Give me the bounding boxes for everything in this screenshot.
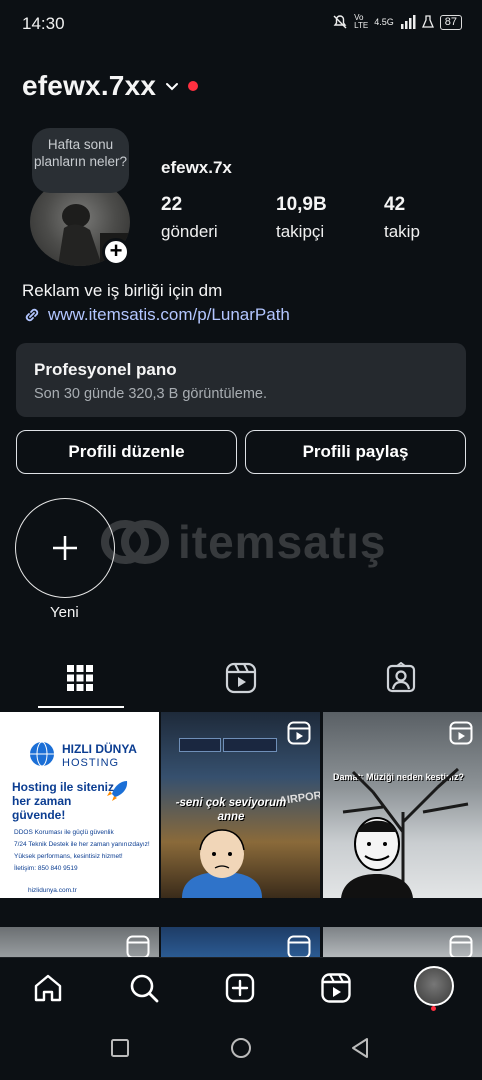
create-post-icon	[225, 973, 255, 1003]
following-count[interactable]: 42	[384, 194, 405, 216]
signal-icon	[400, 15, 416, 29]
new-highlight-label: Yeni	[50, 604, 79, 621]
profile-notification-dot	[431, 1006, 436, 1011]
display-name: efewx.7x	[161, 158, 232, 177]
nav-home[interactable]	[28, 968, 68, 1008]
tagged-person-icon	[386, 662, 416, 693]
dashboard-subtitle: Son 30 günde 320,3 B görüntüleme.	[34, 386, 267, 402]
status-icons: Vo LTE 4.5G 87	[332, 14, 462, 30]
search-icon	[130, 974, 159, 1003]
profile-username[interactable]: efewx.7xx	[22, 70, 156, 102]
active-tab-indicator	[38, 706, 124, 708]
dashboard-title: Profesyonel pano	[34, 360, 177, 379]
followers-count[interactable]: 10,9B	[276, 194, 327, 216]
status-time: 14:30	[22, 14, 65, 33]
nav-search[interactable]	[124, 968, 164, 1008]
reel-badge-icon	[126, 721, 150, 745]
nav-reels[interactable]	[316, 968, 356, 1008]
railway-sign	[223, 738, 277, 752]
network-label: 4.5G	[374, 17, 394, 27]
profile-note-bubble[interactable]: Hafta sonu planların neler?	[32, 128, 129, 193]
profile-bio: Reklam ve iş birliği için dm	[22, 281, 223, 300]
nav-create[interactable]	[220, 968, 260, 1008]
flask-icon	[421, 15, 434, 28]
following-label[interactable]: takip	[384, 222, 420, 242]
notification-dot	[188, 81, 198, 91]
posts-label[interactable]: gönderi	[161, 222, 218, 242]
add-story-badge[interactable]: +	[102, 238, 130, 266]
volte-icon: Vo LTE	[354, 13, 369, 30]
share-profile-button[interactable]: Profili paylaş	[245, 430, 466, 474]
recents-icon[interactable]	[110, 1038, 130, 1058]
hosting-feature-2: 7/24 Teknik Destek ile her zaman yanınız…	[14, 841, 150, 848]
professional-dashboard-card[interactable]: Profesyonel pano Son 30 günde 320,3 B gö…	[16, 343, 466, 417]
mute-icon	[333, 15, 347, 29]
home-icon	[34, 974, 62, 1002]
chevron-down-icon[interactable]	[163, 78, 181, 96]
profile-link[interactable]: www.itemsatis.com/p/LunarPath	[22, 305, 290, 325]
new-highlight-button[interactable]	[15, 498, 115, 598]
tab-posts-grid[interactable]	[52, 658, 108, 698]
profile-link-text: www.itemsatis.com/p/LunarPath	[48, 305, 290, 324]
nav-profile-avatar[interactable]	[414, 966, 454, 1006]
globe-icon	[30, 741, 54, 767]
edit-profile-button[interactable]: Profili düzenle	[16, 430, 237, 474]
tab-tagged[interactable]	[373, 658, 429, 698]
departures-sign	[179, 738, 221, 752]
reels-icon	[225, 662, 257, 694]
reel-badge-icon	[449, 721, 473, 745]
reel-badge-icon	[287, 721, 311, 745]
reel-badge-icon	[449, 935, 473, 959]
hosting-subtitle: HOSTING	[62, 757, 120, 769]
hosting-feature-1: DDOS Koruması ile güçlü güvenlik	[14, 829, 114, 836]
home-circle-icon[interactable]	[230, 1037, 252, 1059]
airport-caption: -seni çok seviyorum anne	[175, 797, 287, 823]
posts-count[interactable]: 22	[161, 194, 182, 216]
hosting-footer: hizlidunya.com.tr	[28, 887, 77, 894]
link-icon	[25, 308, 39, 322]
grid-icon	[67, 665, 93, 691]
followers-label[interactable]: takipçi	[276, 222, 324, 242]
plus-icon	[53, 536, 77, 560]
hosting-feature-4: İletişim: 850 840 9519	[14, 865, 78, 872]
tab-reels[interactable]	[213, 658, 269, 698]
watermark: itemsatış	[100, 515, 386, 569]
hosting-feature-3: Yüksek performans, kesintisiz hizmet!	[14, 853, 123, 860]
reel-badge-icon	[126, 935, 150, 959]
rocket-icon	[107, 781, 128, 801]
back-icon[interactable]	[350, 1037, 370, 1059]
meme-face-figure	[341, 817, 413, 898]
wojak-figure	[182, 829, 262, 898]
reels-icon	[321, 973, 351, 1003]
reel-badge-icon	[287, 935, 311, 959]
battery-indicator: 87	[439, 14, 462, 30]
